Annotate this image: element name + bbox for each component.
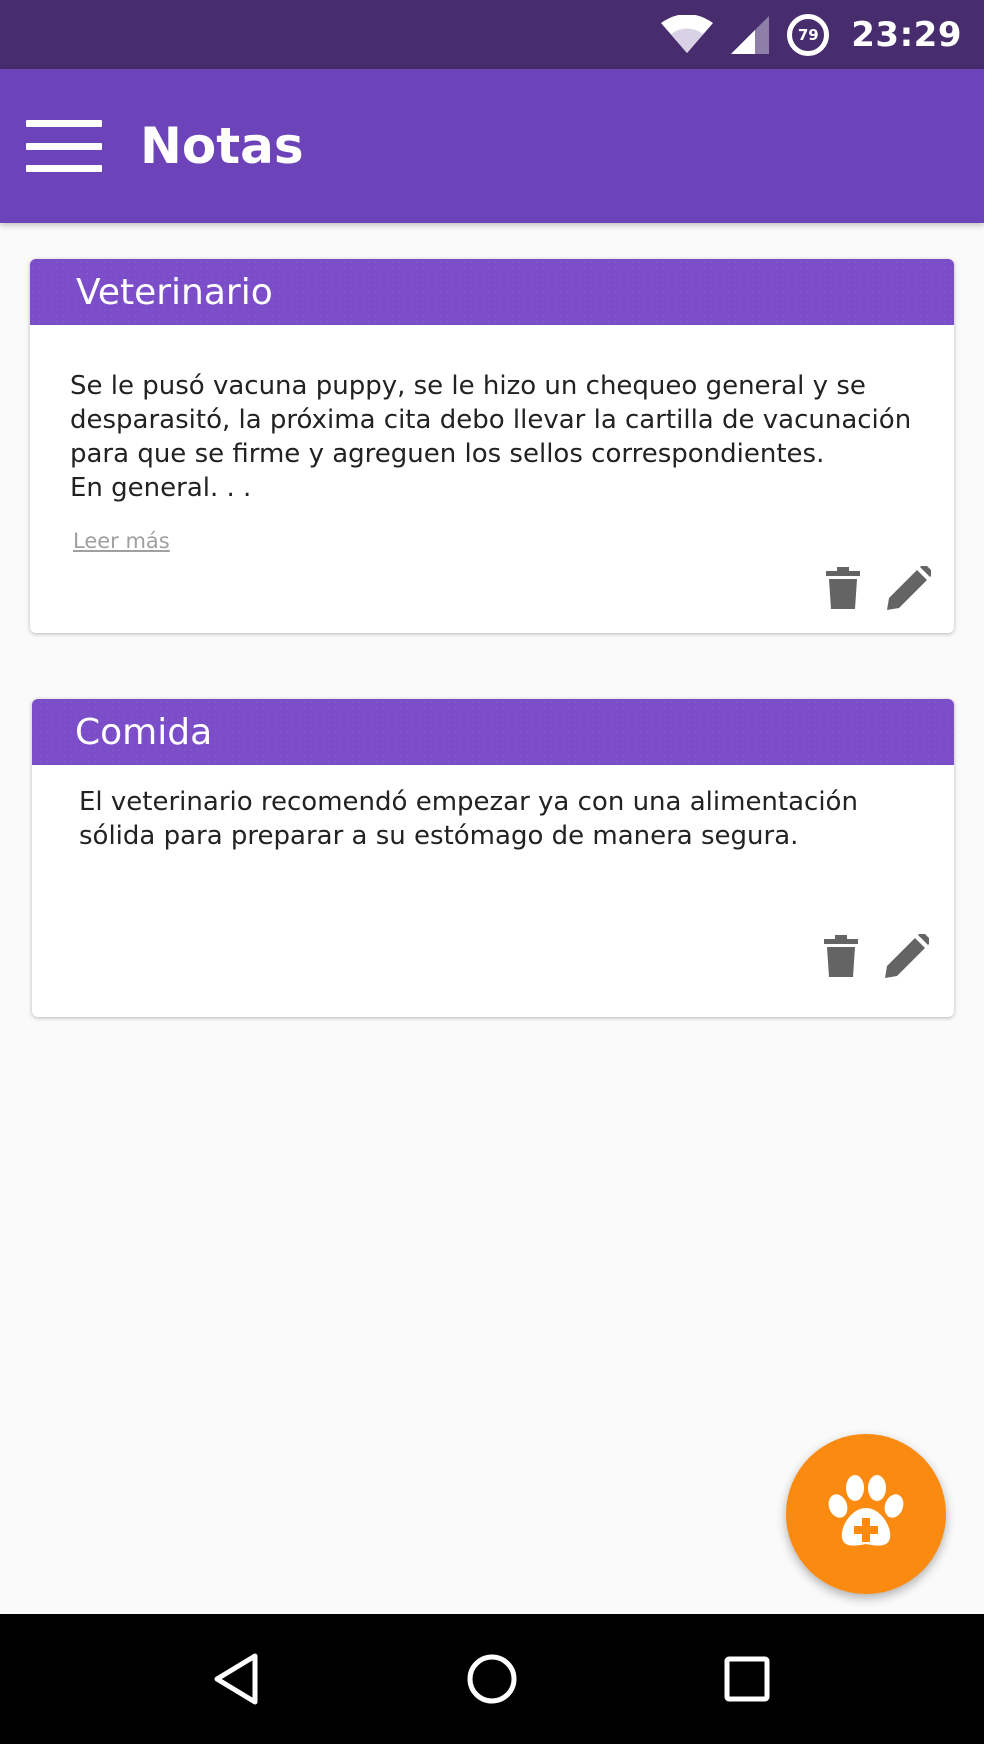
note-actions [818,933,930,979]
read-more-link[interactable]: Leer más [73,529,170,553]
add-note-button[interactable] [786,1434,946,1594]
cell-signal-icon [731,15,770,54]
pencil-icon[interactable] [886,565,932,611]
pencil-icon[interactable] [884,933,930,979]
note-title: Veterinario [76,271,273,313]
hamburger-menu-icon[interactable] [26,120,102,172]
note-card-header: Comida [32,699,954,765]
system-nav-bar [0,1614,984,1744]
clock: 23:29 [851,14,962,55]
status-bar: 79 23:29 [0,0,984,69]
home-circle-icon[interactable] [457,1644,527,1714]
app-bar: Notas [0,69,984,223]
note-card[interactable]: Veterinario Se le pusó vacuna puppy, se … [30,259,954,633]
recents-square-icon[interactable] [712,1644,782,1714]
trash-icon[interactable] [820,565,866,611]
battery-icon: 79 [787,13,830,56]
back-triangle-icon[interactable] [202,1644,272,1714]
trash-icon[interactable] [818,933,864,979]
battery-level: 79 [787,13,830,56]
note-card-header: Veterinario [30,259,954,325]
note-title: Comida [75,711,213,753]
note-body: El veterinario recomendó empezar ya con … [79,787,858,851]
page-title: Notas [140,117,304,175]
note-body: Se le pusó vacuna puppy, se le hizo un c… [70,371,912,503]
note-card[interactable]: Comida El veterinario recomendó empezar … [32,699,954,1017]
wifi-icon [661,14,714,55]
note-actions [820,565,932,611]
paw-plus-icon [824,1474,908,1555]
